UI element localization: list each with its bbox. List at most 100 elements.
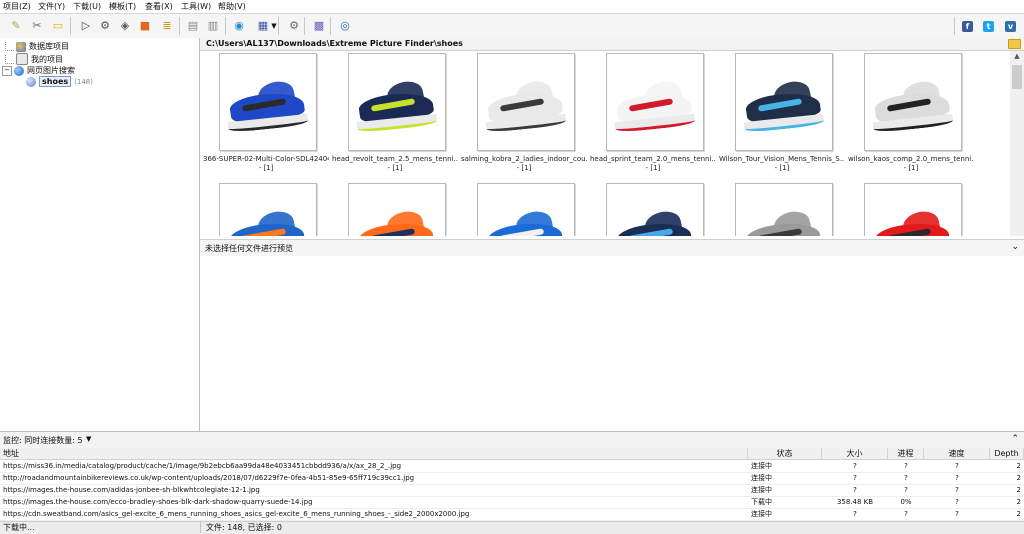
table-cell-size: ?	[853, 474, 857, 482]
menu-item[interactable]: 工具(W)	[181, 1, 211, 12]
db-icon[interactable]: ■	[138, 19, 152, 33]
thumbnail[interactable]	[461, 181, 587, 236]
thumbnail-image[interactable]	[735, 183, 833, 236]
vertical-scrollbar[interactable]: ▲	[1010, 51, 1024, 236]
table-cell-speed: ?	[955, 510, 959, 518]
table-cell-depth: 2	[1016, 510, 1021, 518]
thumbnail-image[interactable]	[348, 53, 446, 151]
table-cell-speed: ?	[955, 474, 959, 482]
column-header[interactable]: 进程	[888, 448, 924, 460]
table-cell-progress: ?	[904, 486, 908, 494]
scroll-thumb[interactable]	[1012, 65, 1022, 89]
settings-icon[interactable]: ⚙	[287, 19, 301, 33]
stack-icon[interactable]: ≣	[160, 19, 174, 33]
thumbnail-image[interactable]	[219, 53, 317, 151]
grid-view-icon[interactable]: ▦	[256, 19, 270, 33]
status-bar: 下载中... 文件: 148, 已选择: 0	[0, 521, 1024, 534]
folder-icon[interactable]	[1008, 39, 1021, 49]
caption-count: - [1]	[774, 164, 790, 172]
toolbar-separator	[304, 17, 305, 35]
table-cell-depth: 2	[1016, 462, 1021, 470]
thumbnail-image[interactable]	[348, 183, 446, 236]
monitor-label: 监控: 同时连接数量: 5	[3, 436, 83, 445]
tree-item-web-search[interactable]: − 网页图片搜索	[2, 65, 75, 76]
play-icon[interactable]: ▷	[79, 19, 93, 33]
caption-count: - [1]	[387, 164, 403, 172]
thumbnail[interactable]	[590, 181, 716, 236]
table-cell-progress: ?	[904, 462, 908, 470]
edit-icon[interactable]: ✎	[9, 19, 23, 33]
vk-icon[interactable]: v	[1005, 21, 1016, 32]
caption-count: - [1]	[258, 164, 274, 172]
file-count: 文件: 148, 已选择: 0	[206, 523, 282, 532]
thumbnail[interactable]: head_revolt_team_2.5_mens_tenni... - [1]	[332, 51, 458, 177]
thumbnail-image[interactable]	[864, 183, 962, 236]
database-icon	[16, 41, 26, 52]
collapse-icon[interactable]: −	[2, 65, 12, 76]
thumbnail[interactable]	[719, 181, 845, 236]
chevron-up-icon[interactable]: ⌃	[1011, 434, 1019, 444]
column-header[interactable]: Depth	[990, 448, 1024, 460]
preview-header: 未选择任何文件进行预览 ⌄	[200, 239, 1024, 257]
table-cell-url: https://images.the-house.com/ecco-bradle…	[3, 498, 313, 506]
path-bar: C:\Users\AL137\Downloads\Extreme Picture…	[200, 38, 1024, 51]
tree-item-label: 数据库项目	[29, 42, 69, 51]
tools-icon[interactable]: ✂	[30, 19, 44, 33]
table-cell-depth: 2	[1016, 474, 1021, 482]
facebook-icon[interactable]: f	[962, 21, 973, 32]
thumbnail-image[interactable]	[606, 53, 704, 151]
column-header[interactable]: 大小	[822, 448, 888, 460]
column-header[interactable]: 速度	[924, 448, 990, 460]
chevron-down-icon[interactable]: ⌄	[1011, 242, 1019, 252]
thumbnail-image[interactable]	[477, 53, 575, 151]
thumbnail[interactable]: 366-SUPER-02-Multi-Color-SDL42404... - [1…	[203, 51, 329, 177]
thumbnail[interactable]: Wilson_Tour_Vision_Mens_Tennis_S... - [1]	[719, 51, 845, 177]
thumbnail-image[interactable]	[735, 53, 833, 151]
toolbar-separator	[278, 17, 279, 35]
thumbnail-caption: head_revolt_team_2.5_mens_tenni... - [1]	[332, 155, 458, 173]
comment-icon[interactable]: ▭	[51, 19, 65, 33]
thumbnail[interactable]: head_sprint_team_2.0_mens_tenni... - [1]	[590, 51, 716, 177]
twitter-icon[interactable]: t	[983, 21, 994, 32]
thumbnail-caption: head_sprint_team_2.0_mens_tenni... - [1]	[590, 155, 716, 173]
thumbnail[interactable]	[848, 181, 974, 236]
thumbnail-image[interactable]	[864, 53, 962, 151]
dropdown-arrow-icon[interactable]: ▼	[86, 435, 91, 443]
caption-name: head_sprint_team_2.0_mens_tenni...	[590, 155, 716, 163]
thumbnail[interactable]: salming_kobra_2_ladies_indoor_cou... - [1…	[461, 51, 587, 177]
column-header[interactable]: 地址	[0, 448, 748, 460]
menu-item[interactable]: 查看(X)	[145, 1, 173, 12]
scroll-up-icon[interactable]: ▲	[1012, 52, 1022, 62]
tree-connector	[5, 54, 14, 64]
table-cell-status: 下载中	[751, 498, 772, 506]
thumbnail[interactable]: wilson_kaos_comp_2.0_mens_tenni... - [1]	[848, 51, 974, 177]
tree-item-database[interactable]: 数据库项目	[5, 41, 69, 52]
tree-item-label: shoes	[39, 76, 72, 87]
table-cell-url: https://cdn.sweatband.com/asics_gel-exci…	[3, 510, 470, 518]
thumbnail[interactable]	[332, 181, 458, 236]
thumbnail-grid: 366-SUPER-02-Multi-Color-SDL42404... - [1…	[200, 51, 1010, 236]
info-icon[interactable]: ◎	[338, 19, 352, 33]
server-alt-icon[interactable]: ▥	[206, 19, 220, 33]
status-divider	[200, 521, 201, 533]
menu-item[interactable]: 文件(Y)	[38, 1, 65, 12]
menu-item[interactable]: 项目(Z)	[3, 1, 31, 12]
tree-item-my-projects[interactable]: 我的项目	[5, 53, 63, 65]
thumbnail[interactable]	[203, 181, 329, 236]
menu-item[interactable]: 模板(T)	[109, 1, 136, 12]
filter-icon[interactable]: ▩	[312, 19, 326, 33]
server-icon[interactable]: ▤	[186, 19, 200, 33]
table-row[interactable]: https://cdn.sweatband.com/asics_gel-exci…	[0, 508, 1024, 521]
thumbnail-image[interactable]	[219, 183, 317, 236]
step-icon[interactable]: ◈	[118, 19, 132, 33]
column-header[interactable]: 状态	[748, 448, 822, 460]
thumbnail-image[interactable]	[606, 183, 704, 236]
thumbnail-image[interactable]	[477, 183, 575, 236]
gear-icon[interactable]: ⚙	[98, 19, 112, 33]
dropdown-arrow-icon[interactable]: ▼	[270, 19, 278, 33]
tree-item-shoes[interactable]: shoes (148)	[26, 76, 93, 87]
menu-item[interactable]: 下载(U)	[73, 1, 101, 12]
table-cell-progress: ?	[904, 474, 908, 482]
menu-item[interactable]: 帮助(V)	[218, 1, 246, 12]
web-icon[interactable]: ◉	[232, 19, 246, 33]
